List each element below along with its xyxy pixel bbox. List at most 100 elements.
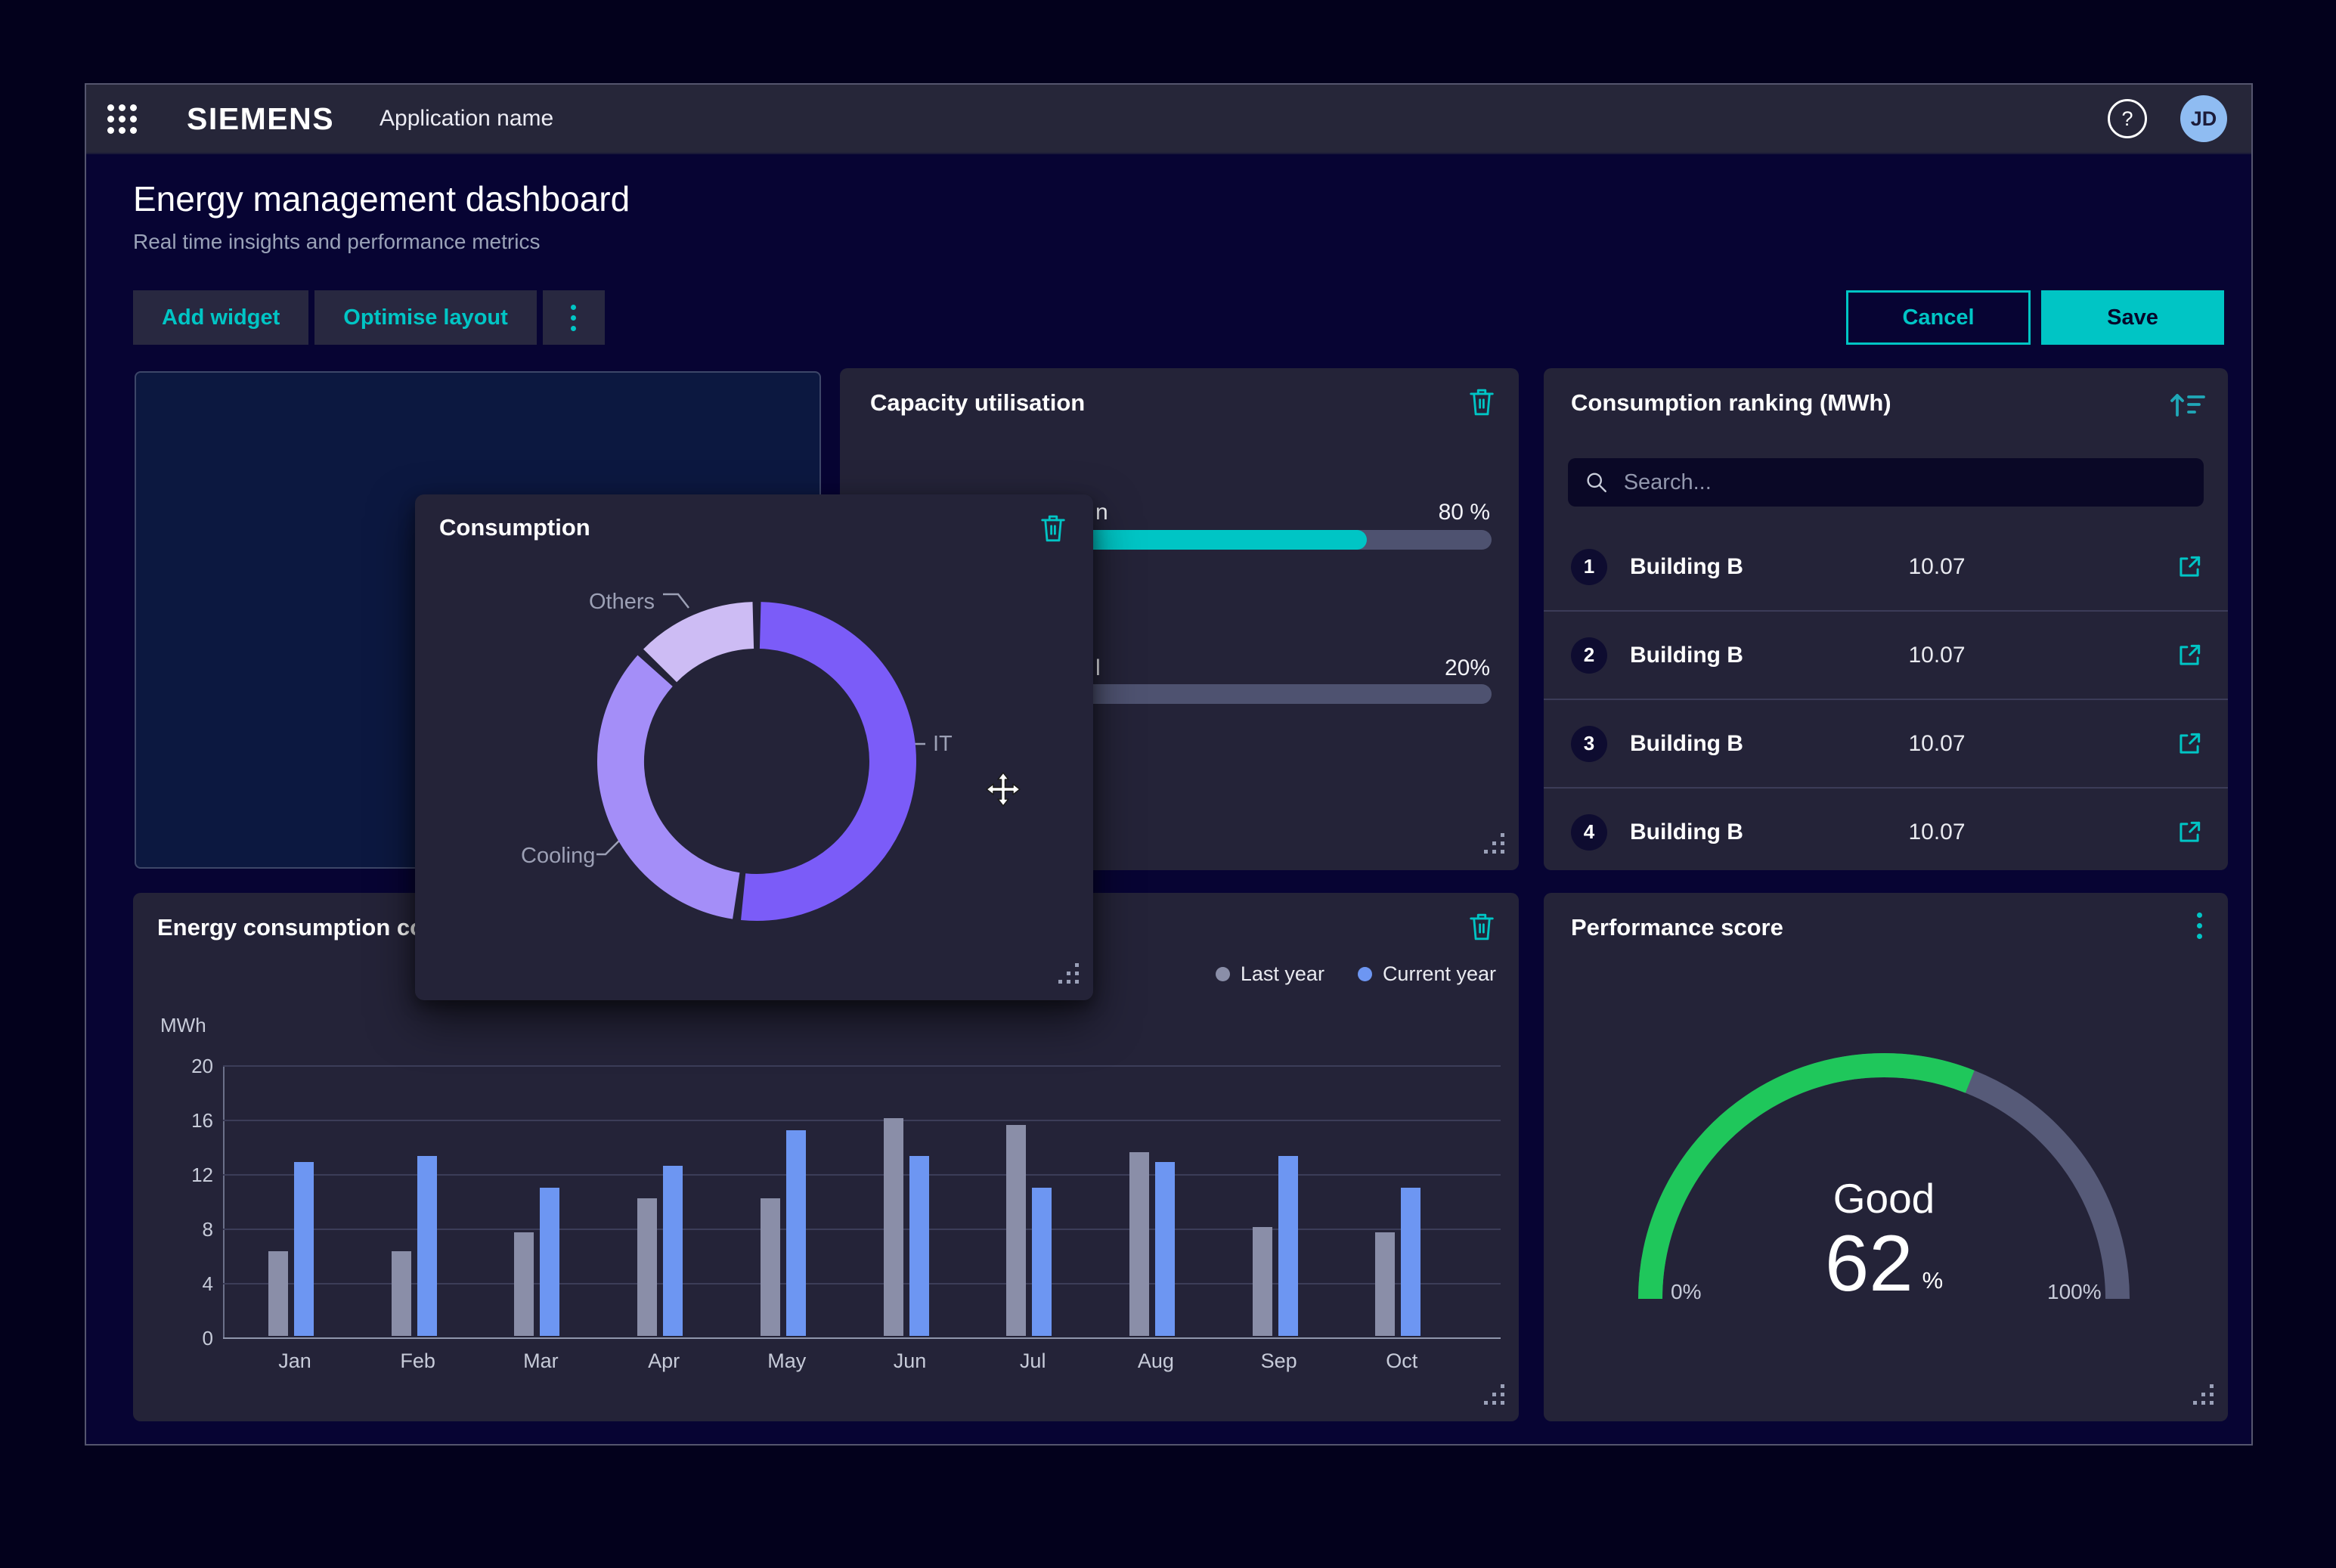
open-external-icon[interactable] <box>2175 641 2204 670</box>
bar-current-year <box>417 1156 437 1336</box>
bar-current-year <box>1032 1188 1052 1336</box>
metric-label-fragment: l <box>1095 655 1101 681</box>
legend-label: Last year <box>1241 962 1324 986</box>
donut-segment-it <box>743 625 893 897</box>
open-external-icon[interactable] <box>2175 818 2204 847</box>
consumption-value: 10.07 <box>1869 731 2005 757</box>
help-icon[interactable]: ? <box>2108 99 2147 138</box>
building-name: Building B <box>1630 643 1743 668</box>
x-tick-label: Mar <box>495 1350 586 1373</box>
gauge-score-percent: % <box>1922 1267 1944 1294</box>
application-name: Application name <box>380 106 553 132</box>
resize-handle[interactable] <box>1482 832 1507 860</box>
table-row: 4Building B10.07 <box>1544 787 2228 875</box>
resize-handle[interactable] <box>1057 962 1081 990</box>
y-tick-label: 8 <box>203 1218 213 1241</box>
bar-current-year <box>294 1162 314 1336</box>
save-button[interactable]: Save <box>2041 290 2224 345</box>
optimise-layout-button[interactable]: Optimise layout <box>314 290 537 345</box>
donut-chart <box>415 494 1093 1000</box>
bar-current-year <box>1278 1156 1298 1336</box>
bar-current-year <box>663 1166 683 1336</box>
rank-badge: 1 <box>1571 549 1607 585</box>
bar-last-year <box>392 1251 411 1336</box>
x-tick-label: Oct <box>1356 1350 1447 1373</box>
delete-widget-icon[interactable] <box>1467 911 1496 947</box>
gridline <box>223 1337 1501 1339</box>
x-tick-label: Jun <box>865 1350 956 1373</box>
donut-label-cooling: Cooling <box>521 844 595 869</box>
cancel-button[interactable]: Cancel <box>1846 290 2031 345</box>
rank-badge: 2 <box>1571 637 1607 674</box>
building-name: Building B <box>1630 554 1743 580</box>
search-icon <box>1585 469 1609 495</box>
more-options-button[interactable] <box>543 290 605 345</box>
building-name: Building B <box>1630 731 1743 757</box>
y-tick-label: 16 <box>191 1109 213 1133</box>
gridline <box>223 1229 1501 1230</box>
others-leader-line <box>663 594 689 608</box>
x-tick-label: Jan <box>249 1350 340 1373</box>
metric-label-fragment: n <box>1095 500 1108 525</box>
gridline <box>223 1065 1501 1067</box>
gridline <box>223 1120 1501 1121</box>
bar-current-year <box>786 1130 806 1336</box>
y-tick-label: 4 <box>203 1272 213 1296</box>
bar-current-year <box>540 1188 559 1336</box>
ranking-list: 1 Building B 10.07 2 Building B 10.07 3 Buildin… <box>1544 523 2228 875</box>
cooling-leader-line <box>596 841 619 854</box>
bar-last-year <box>268 1251 288 1336</box>
bar-current-year <box>1401 1188 1420 1336</box>
x-tick-label: Aug <box>1111 1350 1201 1373</box>
app-header: SIEMENS Application name ? JD <box>86 85 2251 154</box>
legend-item-last-year: Last year <box>1216 962 1324 986</box>
delete-widget-icon[interactable] <box>1467 386 1496 422</box>
rank-badge: 3 <box>1571 726 1607 762</box>
chart-legend: Last year Current year <box>1216 962 1496 986</box>
donut-segment-cooling <box>621 671 736 896</box>
sort-icon[interactable] <box>2169 389 2207 423</box>
legend-item-current-year: Current year <box>1358 962 1496 986</box>
gauge-min-label: 0% <box>1671 1280 1701 1304</box>
legend-label: Current year <box>1383 962 1496 986</box>
siemens-logo: SIEMENS <box>187 101 334 137</box>
search-box[interactable] <box>1568 458 2204 507</box>
open-external-icon[interactable] <box>2175 553 2204 581</box>
app-launcher-icon[interactable] <box>107 104 137 134</box>
bar-current-year <box>909 1156 929 1336</box>
gridline <box>223 1283 1501 1284</box>
performance-score-widget: Performance score Good 62 % 0% 100% <box>1544 893 2228 1421</box>
y-tick-label: 20 <box>191 1055 213 1078</box>
open-external-icon[interactable] <box>2175 730 2204 758</box>
gauge-chart <box>1544 893 2228 1421</box>
avatar[interactable]: JD <box>2180 95 2227 142</box>
content-frame: SIEMENS Application name ? JD Energy man… <box>85 83 2253 1446</box>
resize-handle[interactable] <box>2192 1383 2216 1411</box>
y-axis-line <box>223 1065 225 1339</box>
resize-handle[interactable] <box>1482 1383 1507 1411</box>
x-tick-label: Feb <box>373 1350 463 1373</box>
gauge-max-label: 100% <box>2047 1280 2102 1304</box>
x-tick-label: Apr <box>618 1350 709 1373</box>
table-row: 2 Building B 10.07 <box>1544 610 2228 699</box>
legend-dot-last-year <box>1216 967 1230 981</box>
search-input[interactable] <box>1622 469 2187 496</box>
bar-plot: JanFebMarAprMayJunJulAugSepOct <box>223 1065 1501 1337</box>
consumption-value: 10.07 <box>1869 820 2005 845</box>
bar-last-year <box>761 1198 780 1336</box>
rank-badge: 4 <box>1571 814 1607 851</box>
consumption-widget-dragging[interactable]: Consumption Others IT Cooling <box>415 494 1093 1000</box>
consumption-value: 10.07 <box>1869 643 2005 668</box>
table-row: 1Building B10.07 <box>1544 523 2228 610</box>
bar-last-year <box>1006 1125 1026 1336</box>
widget-title: Capacity utilisation <box>870 389 1085 417</box>
donut-label-it: IT <box>933 732 953 757</box>
add-widget-button[interactable]: Add widget <box>133 290 308 345</box>
legend-dot-current-year <box>1358 967 1372 981</box>
consumption-ranking-widget: Consumption ranking (MWh) 1Building B10.… <box>1544 368 2228 870</box>
bar-last-year <box>1375 1232 1395 1336</box>
energy-dashboard-page: { "header": { "logo": "SIEMENS", "app_na… <box>0 0 2336 1568</box>
x-tick-label: Sep <box>1234 1350 1324 1373</box>
gauge-score-value: 62 <box>1825 1224 1913 1303</box>
widget-title: Energy consumption com <box>157 914 445 941</box>
